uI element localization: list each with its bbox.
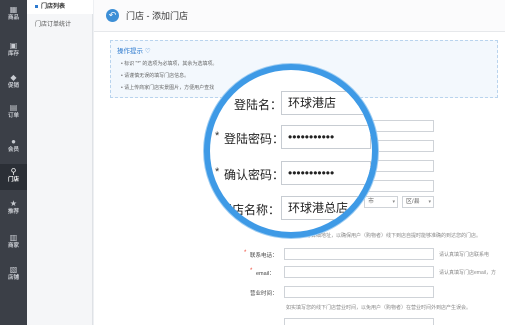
nav-item-label: 促销 [7, 83, 19, 89]
subnav-item-label: 门店订单统计 [35, 22, 72, 28]
chevron-down-icon: ▾ [392, 199, 395, 205]
district-select[interactable]: 区/县 ▾ [402, 196, 434, 208]
nav-item-orders[interactable]: ▤ 订单 [0, 100, 27, 126]
location-icon: ⚲ [10, 167, 17, 176]
nav-item-stores[interactable]: ⚲ 门店 [0, 164, 27, 190]
store-icon: ▥ [9, 233, 18, 242]
email-hint: 请认真填写门店email，方 [439, 270, 496, 276]
password-input[interactable]: ••••••••••• [281, 125, 371, 149]
subnav-item-store-list[interactable]: 门店列表 [27, 0, 93, 14]
tips-title: 操作提示 ♡ [117, 48, 151, 55]
tag-icon: ◆ [10, 73, 17, 82]
nav-item-inventory[interactable]: ▣ 库存 [0, 38, 27, 64]
hours-label: 营业时间： [250, 291, 278, 297]
back-button[interactable]: ↶ [106, 9, 119, 22]
nav-item-label: 会员 [7, 147, 19, 153]
grid-icon: ▦ [9, 5, 18, 14]
nav-item-label: 库存 [7, 51, 19, 57]
email-label: email： [256, 271, 275, 277]
required-mark: * [215, 130, 220, 142]
confirm-password-label: 确认密码： [224, 168, 285, 182]
nav-item-members[interactable]: ● 会员 [0, 134, 27, 160]
contact-phone-hint: 请认真填写门店联系电 [439, 252, 490, 258]
subnav-item-label: 门店列表 [41, 4, 66, 10]
required-mark: * [215, 166, 220, 178]
sub-nav: 门店列表 门店订单统计 [27, 0, 93, 325]
nav-item-recommend[interactable]: ★ 推荐 [0, 196, 27, 222]
chevron-down-icon: ▾ [428, 199, 431, 205]
star-icon: ★ [9, 199, 18, 208]
main-nav: ▦ 商品 ▣ 库存 ◆ 促销 ▤ 订单 ● 会员 ⚲ 门店 ★ 推荐 ▥ 商家 [0, 0, 27, 325]
lightbulb-icon: ♡ [144, 48, 151, 55]
nav-item-label: 推荐 [7, 209, 19, 215]
login-name-label: 登陆名： [234, 98, 283, 112]
hours-hint: 如实填写您的线下门店营业时间，以免用户（购物者）在营业时间外到店产生误会。 [286, 305, 472, 311]
password-label: 登陆密码： [224, 132, 285, 146]
email-input[interactable] [284, 266, 434, 278]
store-name-label: 门店名称： [220, 203, 281, 217]
nav-item-label: 门店 [7, 177, 19, 183]
contact-phone-label: 联系电话： [250, 253, 278, 259]
nav-item-promotion[interactable]: ◆ 促销 [0, 70, 27, 96]
nav-item-goods[interactable]: ▦ 商品 [0, 2, 27, 28]
doc-icon: ▤ [9, 103, 18, 112]
page-title: 门店 - 添加门店 [126, 11, 188, 21]
tip-line: • 标识 "*" 的选项为必填项，其余为选填项。 [121, 61, 218, 67]
box-icon: ▣ [9, 41, 18, 50]
nav-item-merchants[interactable]: ▥ 商家 [0, 230, 27, 256]
contact-phone-input[interactable] [284, 248, 434, 260]
hours-input[interactable] [284, 286, 434, 298]
user-icon: ● [11, 137, 16, 146]
nav-item-label: 商家 [7, 243, 19, 249]
tip-line: • 请上传商家门店实景图片，方便用户查找 [121, 85, 215, 91]
store-name-input[interactable]: 环球港总店 [281, 196, 371, 220]
confirm-password-input[interactable]: ••••••••••• [281, 161, 371, 185]
tip-line: • 请谨慎无误的填写门店信息。 [121, 73, 190, 79]
nav-item-label: 商品 [7, 15, 19, 21]
next-input[interactable] [284, 318, 434, 325]
active-indicator [35, 4, 38, 8]
shop-icon: ▧ [9, 265, 18, 274]
required-mark: * [250, 268, 253, 274]
subnav-item-order-stats[interactable]: 门店订单统计 [27, 18, 93, 32]
nav-item-shop[interactable]: ▧ 店铺 [0, 262, 27, 288]
required-mark: * [244, 250, 247, 256]
nav-item-label: 店铺 [7, 275, 19, 281]
arrow-left-icon: ↶ [108, 10, 117, 20]
app-window: ▦ 商品 ▣ 库存 ◆ 促销 ▤ 订单 ● 会员 ⚲ 门店 ★ 推荐 ▥ 商家 [0, 0, 505, 325]
nav-item-label: 订单 [7, 113, 19, 119]
login-name-input[interactable]: 环球港店 [281, 91, 371, 115]
magnifier-overlay: 登陆名： 环球港店 * 登陆密码： ••••••••••• * 确认密码： ••… [204, 64, 378, 238]
page-header: ↶ 门店 - 添加门店 [94, 0, 505, 32]
